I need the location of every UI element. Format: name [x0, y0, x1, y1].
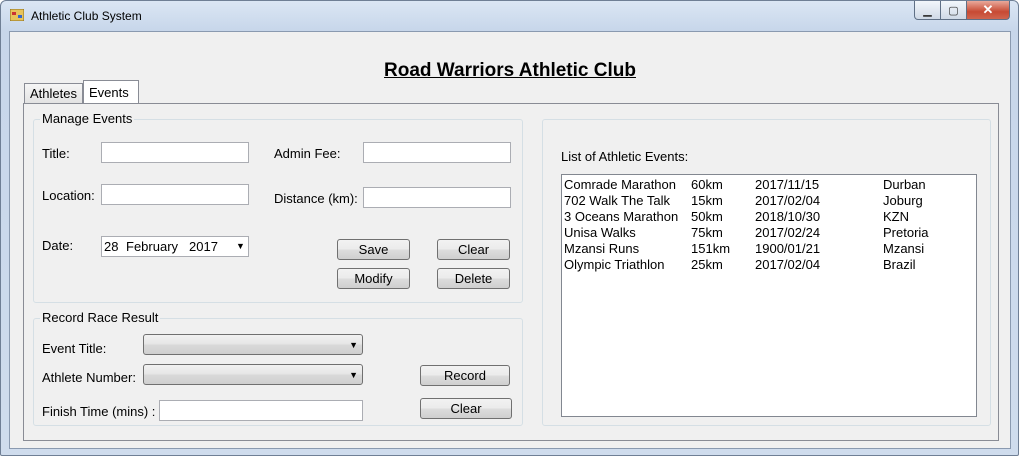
record-race-result-group: Record Race Result Event Title: ▼ Athlet… [33, 310, 523, 426]
list-item-distance: 25km [691, 257, 723, 272]
maximize-button[interactable]: ▢ [941, 1, 967, 20]
list-item-location: Pretoria [883, 225, 929, 240]
event-title-combobox[interactable]: ▼ [143, 334, 363, 355]
admin-fee-input[interactable] [363, 142, 511, 163]
client-area: Road Warriors Athletic Club Athletes Eve… [9, 31, 1011, 449]
tab-events[interactable]: Events [83, 80, 139, 103]
list-item-distance: 60km [691, 177, 723, 192]
list-item-date: 2017/02/04 [755, 257, 821, 272]
window-title: Athletic Club System [31, 9, 142, 23]
list-item-distance: 15km [691, 193, 723, 208]
location-input[interactable] [101, 184, 249, 205]
minimize-button[interactable]: ▁ [914, 1, 941, 20]
page-title: Road Warriors Athletic Club [384, 60, 636, 81]
save-button[interactable]: Save [337, 239, 410, 260]
close-icon: ✕ [982, 2, 994, 17]
list-item-location: Mzansi [883, 241, 925, 256]
list-item-date: 2017/02/24 [755, 225, 821, 240]
group-legend: Manage Events [40, 111, 135, 126]
tab-athletes[interactable]: Athletes [24, 83, 83, 103]
title-bar[interactable]: Athletic Club System ▁ ▢ ✕ [1, 1, 1018, 29]
modify-button[interactable]: Modify [337, 268, 410, 289]
list-item-distance: 75km [691, 225, 723, 240]
list-item[interactable]: 3 Oceans Marathon 50km 2018/10/30 KZN [562, 209, 976, 225]
list-item[interactable]: Unisa Walks 75km 2017/02/24 Pretoria [562, 225, 976, 241]
clear-button[interactable]: Clear [437, 239, 510, 260]
distance-label: Distance (km): [274, 191, 358, 206]
list-item-date: 2017/02/04 [755, 193, 821, 208]
title-label: Title: [42, 146, 70, 161]
list-item-distance: 50km [691, 209, 723, 224]
finish-time-input[interactable] [159, 400, 363, 421]
location-label: Location: [42, 188, 95, 203]
events-listbox[interactable]: Comrade Marathon 60km 2017/11/15 Durban 702 … [561, 174, 977, 417]
list-item-location: Durban [883, 177, 926, 192]
list-item-location: Brazil [883, 257, 916, 272]
date-label: Date: [42, 238, 74, 253]
events-list-panel: List of Athletic Events: Comrade Maratho… [542, 119, 991, 426]
tab-label: Athletes [30, 86, 77, 101]
app-window: Athletic Club System ▁ ▢ ✕ Road Warriors… [0, 0, 1019, 456]
distance-input[interactable] [363, 187, 511, 208]
list-item-title: 702 Walk The Talk [564, 193, 670, 208]
record-button[interactable]: Record [420, 365, 510, 386]
title-input[interactable] [101, 142, 249, 163]
app-icon [10, 9, 24, 21]
date-month: February [126, 239, 179, 254]
chevron-down-icon[interactable]: ▼ [236, 241, 245, 251]
list-item[interactable]: Olympic Triathlon 25km 2017/02/04 Brazil [562, 257, 976, 273]
athlete-number-combobox[interactable]: ▼ [143, 364, 363, 385]
list-item-date: 2018/10/30 [755, 209, 821, 224]
list-item-title: Comrade Marathon [564, 177, 676, 192]
list-item-location: Joburg [883, 193, 923, 208]
admin-fee-label: Admin Fee: [274, 146, 341, 161]
close-button[interactable]: ✕ [967, 1, 1010, 20]
list-item-date: 2017/11/15 [755, 177, 820, 192]
finish-time-label: Finish Time (mins) : [42, 404, 156, 419]
group-legend: Record Race Result [40, 310, 161, 325]
date-picker[interactable]: 28 February 2017 ▼ [101, 236, 249, 257]
tab-label: Events [89, 84, 129, 100]
maximize-icon: ▢ [948, 4, 959, 17]
date-day: 28 [104, 239, 119, 254]
list-item-title: 3 Oceans Marathon [564, 209, 679, 224]
list-item-title: Mzansi Runs [564, 241, 640, 256]
chevron-down-icon[interactable]: ▼ [349, 340, 358, 350]
list-item-date: 1900/01/21 [755, 241, 821, 256]
list-item-location: KZN [883, 209, 909, 224]
manage-events-group: Manage Events Title: Location: Date: 28 … [33, 111, 523, 303]
list-item-distance: 151km [691, 241, 731, 256]
list-item-title: Unisa Walks [564, 225, 636, 240]
list-item[interactable]: 702 Walk The Talk 15km 2017/02/04 Joburg [562, 193, 976, 209]
date-year: 2017 [189, 239, 218, 254]
delete-button[interactable]: Delete [437, 268, 510, 289]
clear-result-button[interactable]: Clear [420, 398, 512, 419]
list-item[interactable]: Comrade Marathon 60km 2017/11/15 Durban [562, 177, 976, 193]
list-item-title: Olympic Triathlon [564, 257, 665, 272]
events-tab-page: Manage Events Title: Location: Date: 28 … [23, 103, 999, 441]
chevron-down-icon[interactable]: ▼ [349, 370, 358, 380]
athlete-number-label: Athlete Number: [42, 370, 136, 385]
minimize-icon: ▁ [923, 4, 932, 17]
events-list-label: List of Athletic Events: [561, 149, 689, 164]
event-title-label: Event Title: [42, 341, 107, 356]
list-item[interactable]: Mzansi Runs 151km 1900/01/21 Mzansi [562, 241, 976, 257]
